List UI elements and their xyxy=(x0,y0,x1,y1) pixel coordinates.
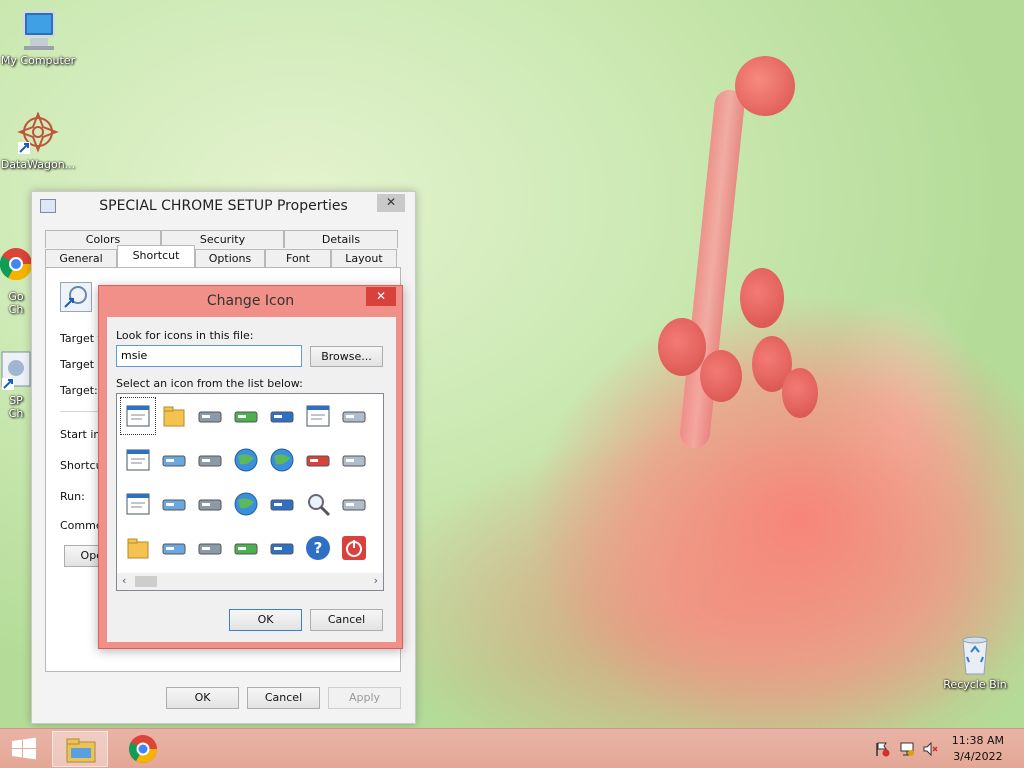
action-center-flag-icon[interactable] xyxy=(874,741,890,757)
cd-drive-icon[interactable] xyxy=(193,530,227,566)
globe-clock-icon[interactable] xyxy=(229,486,263,522)
browse-button[interactable]: Browse... xyxy=(310,346,383,367)
control-panel-icon[interactable] xyxy=(301,442,335,478)
desktop-icon-label: My Computer xyxy=(0,54,76,67)
run-label: Run: xyxy=(60,490,85,503)
drive-arrow-icon[interactable] xyxy=(337,486,371,522)
internet-explorer-icon[interactable] xyxy=(229,442,263,478)
tab-general[interactable]: General xyxy=(45,249,117,267)
clock-time: 11:38 AM xyxy=(951,734,1004,747)
tab-shortcut[interactable]: Shortcut xyxy=(117,245,195,267)
taskbar: 11:38 AM 3/4/2022 xyxy=(0,728,1024,768)
ok-button[interactable]: OK xyxy=(166,687,239,709)
tab-details[interactable]: Details xyxy=(284,230,398,248)
start-button[interactable] xyxy=(8,731,40,767)
shutdown-icon[interactable] xyxy=(337,530,371,566)
flower-stamen xyxy=(658,318,706,376)
desktop-icon-datawagon[interactable]: DataWagon... xyxy=(0,111,76,171)
datawagon-icon xyxy=(16,111,60,156)
recycle-bin-icon xyxy=(953,632,997,676)
clock-date: 3/4/2022 xyxy=(953,750,1003,763)
window-icon[interactable] xyxy=(121,486,155,522)
window-text-icon[interactable] xyxy=(120,397,156,435)
flower-stigma xyxy=(735,56,795,116)
desktop-icon-recycle-bin[interactable]: Recycle Bin xyxy=(937,632,1013,691)
flower-stamen xyxy=(700,350,742,402)
target-label: Target: xyxy=(60,384,98,397)
horizontal-scrollbar[interactable]: ‹ › xyxy=(117,573,383,590)
shortcut-icon xyxy=(60,282,92,312)
icon-list[interactable]: ‹ › ? xyxy=(116,393,384,591)
computer-icon xyxy=(16,8,60,52)
folder-open-icon[interactable] xyxy=(121,530,155,566)
tab-options[interactable]: Options xyxy=(195,249,265,267)
magnifier-icon[interactable] xyxy=(301,486,335,522)
flower-stamen xyxy=(782,368,818,418)
close-icon[interactable]: ✕ xyxy=(377,194,405,212)
taskbar-file-explorer[interactable] xyxy=(52,731,108,767)
apply-button[interactable]: Apply xyxy=(328,687,401,709)
tab-font[interactable]: Font xyxy=(265,249,331,267)
network-drive-icon[interactable] xyxy=(157,442,191,478)
desktop-icon-label: SP Ch xyxy=(8,394,24,420)
close-icon[interactable]: ✕ xyxy=(366,287,396,306)
computer-icon[interactable] xyxy=(229,530,263,566)
chrome-icon xyxy=(129,735,157,763)
desktop-icon-label: Recycle Bin xyxy=(943,678,1007,691)
network-users-icon[interactable] xyxy=(265,486,299,522)
properties-title: SPECIAL CHROME SETUP Properties xyxy=(99,198,348,214)
cube-icon[interactable] xyxy=(337,442,371,478)
desktop-icon-my-computer[interactable]: My Computer xyxy=(0,8,76,67)
tab-layout[interactable]: Layout xyxy=(331,249,397,267)
ok-button[interactable]: OK xyxy=(229,609,302,631)
scroll-right-icon[interactable]: › xyxy=(374,574,378,587)
floppy-drive-icon[interactable] xyxy=(157,486,191,522)
cancel-button[interactable]: Cancel xyxy=(247,687,320,709)
change-icon-body: Look for icons in this file: msie Browse… xyxy=(107,317,396,642)
scroll-left-icon[interactable]: ‹ xyxy=(122,574,126,587)
file-label: Look for icons in this file: xyxy=(116,329,254,342)
cancel-button[interactable]: Cancel xyxy=(310,609,383,631)
grid-icon[interactable] xyxy=(265,530,299,566)
globe-monitor-icon[interactable] xyxy=(265,442,299,478)
help-icon[interactable]: ? xyxy=(301,530,335,566)
disconnected-drive-icon[interactable] xyxy=(193,486,227,522)
network-drive-2-icon[interactable] xyxy=(193,442,227,478)
folder-icon[interactable] xyxy=(157,398,191,434)
svg-text:?: ? xyxy=(314,539,323,557)
network-icon[interactable] xyxy=(899,741,915,757)
change-icon-dialog: Change Icon ✕ Look for icons in this fil… xyxy=(98,285,403,649)
hard-drive-icon[interactable] xyxy=(157,530,191,566)
memory-chip-icon[interactable] xyxy=(229,398,263,434)
folder-icon xyxy=(66,738,96,763)
drive-icon[interactable] xyxy=(193,398,227,434)
volume-muted-icon[interactable] xyxy=(922,741,938,757)
printer-icon[interactable] xyxy=(265,398,299,434)
properties-titlebar[interactable]: SPECIAL CHROME SETUP Properties ✕ xyxy=(32,192,415,222)
tab-row-top: Colors Security Details xyxy=(45,230,398,248)
document-icon[interactable] xyxy=(121,442,155,478)
scrollbar-thumb[interactable] xyxy=(135,576,157,587)
desktop-icon-label: DataWagon... xyxy=(0,158,76,171)
taskbar-clock[interactable]: 11:38 AM 3/4/2022 xyxy=(952,733,1004,765)
icon-list-label: Select an icon from the list below: xyxy=(116,377,303,390)
change-icon-title: Change Icon xyxy=(206,293,295,309)
clock-document-icon[interactable] xyxy=(301,398,335,434)
desktop-icon-label: Go Ch xyxy=(8,290,24,316)
monitor-card-icon[interactable] xyxy=(337,398,371,434)
icon-file-input[interactable]: msie xyxy=(116,345,302,367)
taskbar-chrome[interactable] xyxy=(120,731,166,767)
flower-stamen xyxy=(740,268,784,328)
